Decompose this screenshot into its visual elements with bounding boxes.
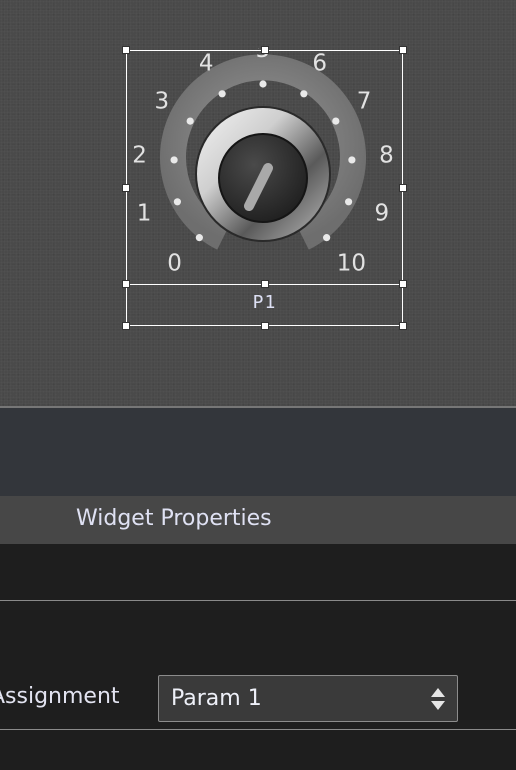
- scale-number: 3: [155, 89, 170, 115]
- assignment-select[interactable]: Param 1: [158, 675, 458, 722]
- scale-dot: [344, 198, 353, 206]
- up-down-arrows-icon: [431, 688, 445, 710]
- resize-handle-label-right[interactable]: [399, 280, 407, 288]
- scale-number: 1: [137, 201, 152, 227]
- resize-handle-left[interactable]: [122, 184, 130, 192]
- scale-dot: [259, 80, 267, 88]
- panel-divider-top: [0, 600, 516, 601]
- resize-handle-label-mid[interactable]: [261, 280, 269, 288]
- assignment-select-value: Param 1: [171, 686, 262, 711]
- knob-label[interactable]: P1: [126, 292, 403, 313]
- scale-number: 10: [337, 250, 366, 276]
- scale-dot: [348, 156, 356, 164]
- scale-dot: [170, 156, 178, 164]
- assignment-label: Assignment: [0, 684, 120, 709]
- knob-widget[interactable]: 012345678910: [126, 48, 406, 288]
- resize-handle-bottom[interactable]: [261, 322, 269, 330]
- scale-number: 2: [132, 142, 147, 168]
- scale-number: 4: [199, 51, 214, 77]
- resize-handle-top-left[interactable]: [122, 46, 130, 54]
- scale-number: 8: [379, 142, 394, 168]
- resize-handle-bottom-right[interactable]: [399, 322, 407, 330]
- scale-number: 6: [312, 51, 327, 77]
- properties-panel: [0, 544, 516, 770]
- scale-dot: [323, 234, 331, 242]
- scale-dot: [332, 117, 340, 125]
- widget-properties-title: Widget Properties: [76, 506, 272, 531]
- resize-handle-bottom-left[interactable]: [122, 322, 130, 330]
- resize-handle-label-left[interactable]: [122, 280, 130, 288]
- scale-number: 0: [167, 250, 182, 276]
- scale-number: 7: [357, 89, 372, 115]
- scale-dot: [186, 117, 194, 125]
- panel-divider-bottom: [0, 729, 516, 730]
- scale-number: 9: [375, 201, 390, 227]
- resize-handle-top-right[interactable]: [399, 46, 407, 54]
- scale-dot: [300, 90, 308, 98]
- resize-handle-right[interactable]: [399, 184, 407, 192]
- resize-handle-top[interactable]: [261, 46, 269, 54]
- scale-dot: [195, 234, 203, 242]
- toolbar-band: [0, 408, 516, 496]
- scale-dot: [218, 90, 226, 98]
- scale-dot: [173, 198, 182, 206]
